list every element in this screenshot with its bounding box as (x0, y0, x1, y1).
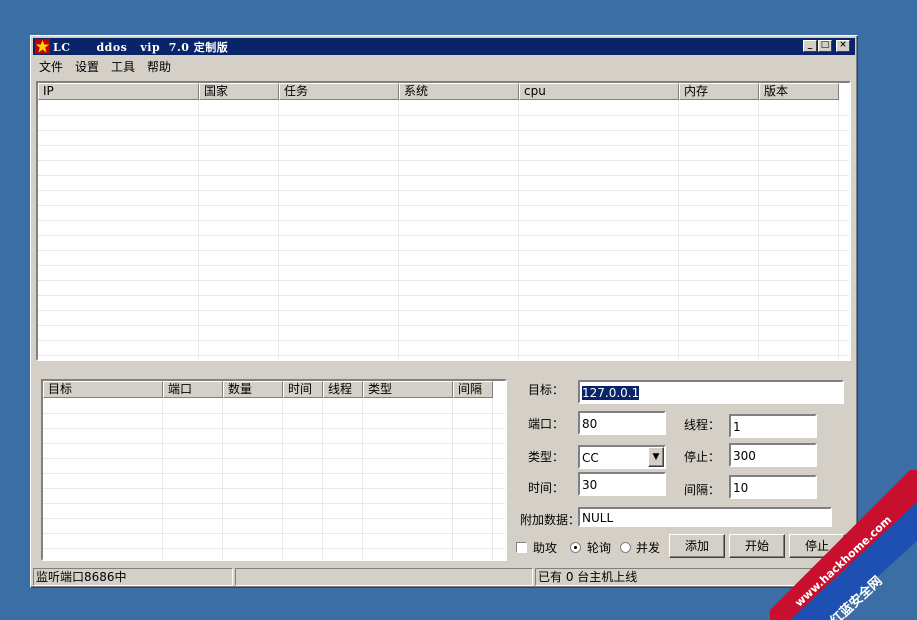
poll-label: 轮询 (587, 541, 612, 555)
status-middle (235, 568, 533, 586)
col-version[interactable]: 版本 (759, 83, 839, 100)
target-label: 目标： (528, 383, 565, 397)
concurrent-radio[interactable] (620, 542, 631, 553)
menu-settings[interactable]: 设置 (75, 58, 99, 75)
status-listen: 监听端口8686中 (33, 568, 233, 586)
assist-checkbox[interactable] (516, 542, 527, 553)
type-select-value: CC (582, 451, 599, 465)
chevron-down-icon[interactable]: ▼ (648, 447, 664, 467)
maximize-button[interactable]: □ (818, 40, 832, 52)
type-label: 类型： (528, 450, 565, 464)
col-type[interactable]: 类型 (363, 381, 453, 398)
maximize-icon: □ (820, 40, 830, 50)
target-input-value: 127.0.0.1 (582, 386, 640, 400)
threads-input[interactable]: 1 (729, 414, 817, 438)
col-country[interactable]: 国家 (199, 83, 279, 100)
port-label: 端口： (528, 417, 565, 431)
threads-label: 线程： (684, 418, 721, 432)
target-input[interactable]: 127.0.0.1 (578, 380, 844, 404)
col-cpu[interactable]: cpu (519, 83, 679, 100)
minimize-button[interactable]: _ (803, 40, 817, 52)
col-time[interactable]: 时间 (283, 381, 323, 398)
close-button[interactable]: × (836, 40, 850, 52)
concurrent-label: 并发 (636, 541, 661, 555)
stop-input[interactable]: 300 (729, 443, 817, 467)
col-port[interactable]: 端口 (163, 381, 223, 398)
targets-list[interactable]: 目标 端口 数量 时间 线程 类型 间隔 (41, 379, 507, 561)
col-threads[interactable]: 线程 (323, 381, 363, 398)
hosts-list[interactable]: IP 国家 任务 系统 cpu 内存 版本 (36, 81, 851, 361)
app-icon (35, 39, 50, 54)
window-title: LC ddos vip 7.0 定制版 (53, 41, 229, 54)
col-interval[interactable]: 间隔 (453, 381, 493, 398)
time-input[interactable]: 30 (578, 472, 666, 496)
extra-data-label: 附加数据： (520, 513, 581, 527)
watermark: www.hackhome.com 红蓝安全网 (770, 470, 917, 620)
port-input[interactable]: 80 (578, 411, 666, 435)
status-bar: 监听端口8686中 已有 0 台主机上线 (33, 568, 855, 586)
menu-bar: 文件 设置 工具 帮助 (33, 56, 855, 74)
targets-grid (43, 398, 505, 559)
time-label: 时间： (528, 481, 565, 495)
close-icon: × (839, 40, 847, 50)
main-window: LC ddos vip 7.0 定制版 _ □ × 文件 设置 工具 帮助 IP… (30, 35, 858, 588)
col-memory[interactable]: 内存 (679, 83, 759, 100)
hosts-grid (38, 100, 849, 359)
assist-label: 助攻 (533, 541, 558, 555)
col-count[interactable]: 数量 (223, 381, 283, 398)
col-system[interactable]: 系统 (399, 83, 519, 100)
col-target[interactable]: 目标 (43, 381, 163, 398)
add-button[interactable]: 添加 (669, 534, 725, 558)
poll-radio[interactable] (570, 542, 581, 553)
col-ip[interactable]: IP (38, 83, 199, 100)
col-task[interactable]: 任务 (279, 83, 399, 100)
minimize-icon: _ (807, 40, 813, 50)
title-bar[interactable]: LC ddos vip 7.0 定制版 _ □ × (33, 38, 855, 55)
menu-help[interactable]: 帮助 (147, 58, 171, 75)
menu-file[interactable]: 文件 (39, 58, 63, 75)
stop-label: 停止： (684, 450, 721, 464)
type-select[interactable]: CC ▼ (578, 445, 666, 469)
menu-tools[interactable]: 工具 (111, 58, 135, 75)
interval-label: 间隔： (684, 483, 721, 497)
